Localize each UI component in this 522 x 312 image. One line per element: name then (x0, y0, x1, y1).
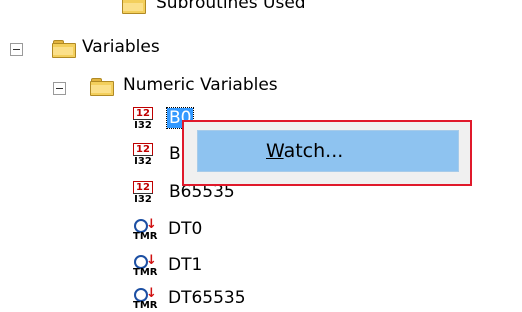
timer-icon: ↓ TMR (133, 217, 158, 242)
timer-icon: ↓ TMR (133, 253, 158, 278)
timer-icon: ↓ TMR (133, 286, 158, 311)
tree-item-label: DT65535 (168, 288, 246, 308)
i32-icon: 12 I32 (133, 107, 153, 131)
i32-icon: 12 I32 (133, 181, 153, 205)
tree-item-label: Numeric Variables (123, 75, 278, 95)
menu-item-watch[interactable]: Watch... (197, 130, 459, 172)
collapse-toggle-numeric-variables[interactable] (53, 82, 66, 95)
collapse-toggle-variables[interactable] (10, 43, 23, 56)
tree-item-label: Subroutines Used (156, 0, 306, 13)
folder-icon (122, 0, 146, 14)
folder-icon (90, 78, 114, 96)
tree-item-label: DT1 (168, 255, 203, 275)
tree-item-label: DT0 (168, 219, 203, 239)
i32-icon: 12 I32 (133, 143, 153, 167)
tree-item-label: Variables (82, 37, 160, 57)
menu-item-label: Watch... (266, 140, 344, 162)
folder-icon (52, 40, 76, 58)
